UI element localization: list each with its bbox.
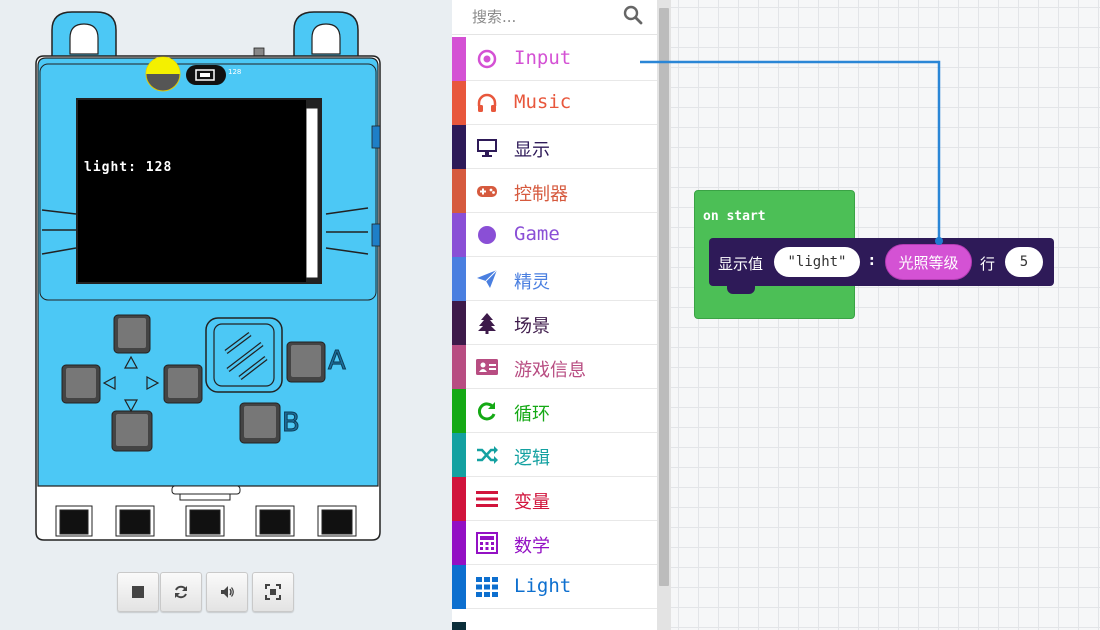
row-number-input[interactable]: 5: [1005, 247, 1043, 277]
category-color-bar: [452, 521, 466, 565]
toolbox-search: [452, 0, 657, 35]
circle-icon: [478, 226, 496, 244]
show-value-block[interactable]: 显示值 "light" : 光照等级 行 5: [709, 238, 1054, 294]
search-icon[interactable]: [623, 5, 643, 25]
category-color-bar: [452, 213, 466, 257]
shuffle-icon: [477, 446, 498, 464]
restart-button[interactable]: [160, 572, 202, 612]
category-label: 控制器: [514, 184, 568, 205]
game-console-device: [35, 11, 381, 541]
headphones-icon: [477, 93, 497, 112]
category-sprites[interactable]: 精灵: [452, 257, 657, 301]
category-controller[interactable]: 控制器: [452, 169, 657, 213]
game-screen: light: 128: [78, 100, 306, 282]
block-notch: [727, 286, 755, 294]
b-button[interactable]: [240, 403, 280, 443]
light-sensor-value: 128: [228, 68, 242, 76]
category-label: 逻辑: [514, 448, 550, 469]
monitor-icon: [477, 139, 497, 157]
category-color-bar: [452, 81, 466, 125]
string-input[interactable]: "light": [774, 247, 860, 277]
blocks-workspace[interactable]: on start 显示值 "light" : 光照等级 行 5: [671, 0, 1100, 630]
row-label: 行: [980, 255, 996, 273]
search-input[interactable]: [470, 6, 624, 28]
dpad-left-button[interactable]: [62, 365, 100, 403]
category-label: 游戏信息: [514, 360, 586, 381]
paper-plane-icon: [477, 269, 498, 288]
category-loops[interactable]: 循环: [452, 389, 657, 433]
category-label: 数学: [514, 536, 550, 557]
category-label: Game: [514, 223, 560, 245]
screen-output-text: light: 128: [84, 160, 173, 175]
show-value-label: 显示值: [718, 255, 764, 273]
category-display[interactable]: 显示: [452, 125, 657, 169]
category-partial-bar: [452, 622, 466, 630]
on-start-label: on start: [703, 209, 766, 224]
category-logic[interactable]: 逻辑: [452, 433, 657, 477]
fullscreen-button[interactable]: [252, 572, 294, 612]
scrollbar-thumb[interactable]: [659, 8, 669, 586]
category-input[interactable]: Input: [452, 37, 657, 81]
loop-icon: [478, 402, 496, 421]
fullscreen-icon: [265, 584, 281, 600]
calculator-icon: [476, 532, 498, 554]
toolbox-scrollbar[interactable]: [657, 0, 671, 630]
category-color-bar: [452, 565, 466, 609]
category-color-bar: [452, 433, 466, 477]
id-card-icon: [476, 359, 498, 375]
category-color-bar: [452, 37, 466, 81]
category-label: 循环: [514, 404, 550, 425]
category-label: Input: [514, 47, 572, 69]
category-game[interactable]: Game: [452, 213, 657, 257]
stop-icon: [132, 586, 144, 598]
category-math[interactable]: 数学: [452, 521, 657, 565]
target-icon: [477, 49, 497, 69]
toolbox: Input Music 显示 控制器 Game 精灵 场景 游戏信息 循环: [452, 0, 658, 630]
category-color-bar: [452, 169, 466, 213]
colon-separator: :: [869, 253, 875, 269]
dpad-right-button[interactable]: [164, 365, 202, 403]
dpad-down-button[interactable]: [112, 411, 152, 451]
b-button-label: B: [282, 408, 301, 439]
category-label: 变量: [514, 492, 550, 513]
mute-button[interactable]: [206, 572, 248, 612]
speaker-icon: [221, 586, 234, 598]
category-color-bar: [452, 257, 466, 301]
category-color-bar: [452, 477, 466, 521]
a-button[interactable]: [287, 342, 325, 382]
category-color-bar: [452, 345, 466, 389]
category-game-info[interactable]: 游戏信息: [452, 345, 657, 389]
a-button-label: A: [328, 346, 347, 377]
refresh-icon: [175, 585, 187, 599]
category-color-bar: [452, 301, 466, 345]
category-label: Music: [514, 91, 572, 113]
stop-button[interactable]: [117, 572, 159, 612]
category-color-bar: [452, 125, 466, 169]
tree-icon: [478, 313, 496, 334]
gamepad-icon: [477, 186, 497, 197]
category-variables[interactable]: 变量: [452, 477, 657, 521]
category-label: 场景: [514, 316, 550, 337]
dpad-up-button[interactable]: [114, 315, 150, 353]
simulator-panel: light: 128 128 A B: [0, 0, 452, 630]
category-music[interactable]: Music: [452, 81, 657, 125]
list-icon: [476, 491, 498, 507]
category-color-bar: [452, 389, 466, 433]
category-label: 精灵: [514, 272, 550, 293]
light-level-block[interactable]: 光照等级: [885, 244, 972, 280]
category-light[interactable]: Light: [452, 565, 657, 609]
grid-icon: [476, 577, 498, 597]
category-label: Light: [514, 575, 572, 597]
category-scene[interactable]: 场景: [452, 301, 657, 345]
category-label: 显示: [514, 140, 550, 161]
menu-button[interactable]: [206, 318, 282, 392]
